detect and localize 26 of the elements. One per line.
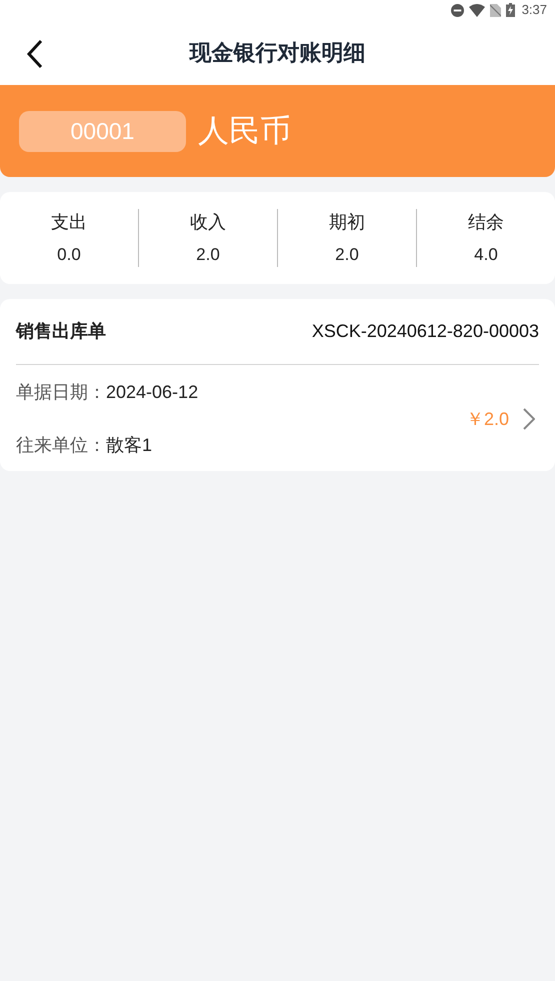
summary-value: 2.0 — [196, 244, 220, 266]
battery-charging-icon — [506, 3, 515, 17]
summary-value: 0.0 — [57, 244, 81, 266]
record-amount: ￥2.0 — [466, 408, 509, 430]
page-title: 现金银行对账明细 — [190, 39, 366, 67]
field-value: 散客1 — [106, 434, 152, 457]
record-type: 销售出库单 — [16, 320, 106, 343]
summary-label: 收入 — [190, 210, 226, 234]
field-label: 往来单位： — [16, 434, 106, 457]
do-not-disturb-icon — [450, 4, 464, 16]
field-label: 单据日期： — [16, 381, 106, 404]
wifi-icon — [468, 4, 485, 16]
field-value: 2024-06-12 — [106, 381, 198, 404]
summary-label: 期初 — [329, 210, 365, 234]
summary-value: 2.0 — [335, 244, 359, 266]
summary-value: 4.0 — [474, 244, 498, 266]
currency-name: 人民币 — [198, 112, 291, 150]
summary-label: 支出 — [51, 210, 87, 234]
account-code: 00001 — [19, 110, 186, 152]
record-card[interactable]: 销售出库单 XSCK-20240612-820-00003 单据日期：2024-06-12 往来单位：散客1 ￥2.0 — [0, 299, 555, 471]
chevron-right-icon — [523, 408, 535, 430]
no-sim-icon — [490, 4, 501, 16]
status-time: 3:37 — [522, 1, 547, 20]
summary-label: 结余 — [468, 210, 504, 234]
record-number: XSCK-20240612-820-00003 — [312, 320, 539, 343]
back-icon — [26, 39, 44, 69]
